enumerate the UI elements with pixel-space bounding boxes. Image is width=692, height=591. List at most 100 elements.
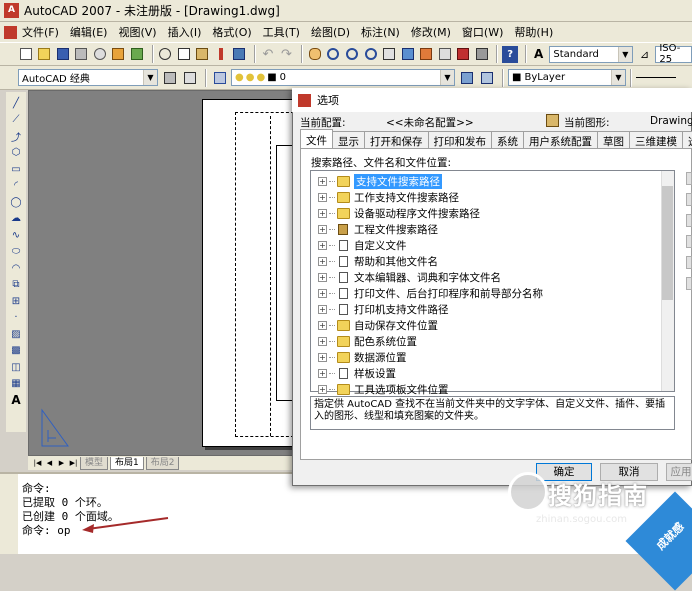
expand-icon[interactable]: + [318, 176, 327, 186]
expand-icon[interactable]: + [318, 256, 327, 266]
tool-palettes-icon[interactable] [418, 46, 434, 63]
tab-open-save[interactable]: 打开和保存 [364, 131, 429, 148]
match-properties-icon[interactable] [213, 46, 229, 63]
tab-user-preferences[interactable]: 用户系统配置 [523, 131, 598, 148]
publish-icon[interactable] [111, 46, 127, 63]
browse-button[interactable] [686, 172, 692, 185]
spline-icon[interactable]: ∿ [9, 228, 23, 242]
menu-tools[interactable]: 工具(T) [263, 24, 300, 40]
zoom-previous-icon[interactable] [363, 46, 379, 63]
block-editor-icon[interactable] [232, 46, 248, 63]
ellipse-icon[interactable]: ⬭ [9, 245, 23, 259]
layer-dropdown[interactable]: ● ● ● ■ 0 ▼ [231, 69, 455, 86]
undo-icon[interactable]: ↶ [260, 46, 276, 63]
move-up-button[interactable] [686, 235, 692, 248]
set-current-button[interactable] [686, 277, 692, 290]
revision-cloud-icon[interactable]: ☁ [9, 212, 23, 226]
apply-button[interactable]: 应用 [666, 463, 692, 481]
help-icon[interactable]: ? [502, 45, 518, 63]
expand-icon[interactable]: + [318, 192, 327, 202]
expand-icon[interactable]: + [318, 288, 327, 298]
expand-icon[interactable]: + [318, 304, 327, 314]
document-menu-icon[interactable] [4, 25, 17, 39]
expand-icon[interactable]: + [318, 336, 327, 346]
tab-system[interactable]: 系统 [491, 131, 524, 148]
menu-modify[interactable]: 修改(M) [411, 24, 451, 40]
tab-files[interactable]: 文件 [300, 129, 333, 148]
expand-icon[interactable]: + [318, 320, 327, 330]
menu-window[interactable]: 窗口(W) [462, 24, 503, 40]
tree-item[interactable]: + 配色系统位置 [318, 333, 417, 349]
tab-layout1[interactable]: 布局1 [110, 456, 144, 470]
tree-item[interactable]: + 支持文件搜索路径 [318, 173, 442, 189]
menu-draw[interactable]: 绘图(D) [311, 24, 350, 40]
layer-properties-icon[interactable] [211, 69, 228, 86]
prev-tab-icon[interactable]: ◀ [44, 458, 55, 469]
plot-icon[interactable] [74, 46, 90, 63]
calculator-icon[interactable] [474, 46, 490, 63]
dim-style-icon[interactable]: ⊿ [637, 46, 653, 63]
tree-item[interactable]: + 工作支持文件搜索路径 [318, 189, 459, 205]
linetype-control[interactable] [636, 77, 676, 78]
first-tab-icon[interactable]: |◀ [32, 458, 43, 469]
tree-item[interactable]: + 工具选项板文件位置 [318, 381, 449, 397]
tab-layout2[interactable]: 布局2 [145, 456, 180, 470]
polyline-icon[interactable]: ⤴ [9, 129, 23, 144]
zoom-window-icon[interactable] [344, 46, 360, 63]
multiline-text-icon[interactable]: A [9, 393, 23, 407]
make-block-icon[interactable]: ⊞ [9, 294, 23, 308]
menu-edit[interactable]: 编辑(E) [70, 24, 108, 40]
command-input-line[interactable]: 命令: op [22, 522, 71, 538]
new-icon[interactable] [18, 46, 34, 63]
circle-icon[interactable]: ◯ [9, 195, 23, 209]
tree-item[interactable]: + 帮助和其他文件名 [318, 253, 438, 269]
tree-item[interactable]: + 样板设置 [318, 365, 396, 381]
text-style-dropdown[interactable]: Standard ▼ [549, 45, 633, 63]
insert-block-icon[interactable]: ⧉ [9, 278, 23, 292]
last-tab-icon[interactable]: ▶| [68, 458, 79, 469]
menu-view[interactable]: 视图(V) [118, 24, 156, 40]
tree-item[interactable]: + 打印文件、后台打印程序和前导部分名称 [318, 285, 543, 301]
cut-icon[interactable] [158, 46, 174, 63]
menu-format[interactable]: 格式(O) [212, 24, 251, 40]
menu-file[interactable]: 文件(F) [22, 24, 59, 40]
tree-item[interactable]: + 数据源位置 [318, 349, 407, 365]
tree-item[interactable]: + 工程文件搜索路径 [318, 221, 438, 237]
copy-icon[interactable] [176, 46, 192, 63]
paste-icon[interactable] [195, 46, 211, 63]
tab-selection[interactable]: 选 [682, 131, 692, 148]
workspace-save-icon[interactable] [181, 69, 198, 86]
tree-item[interactable]: + 自定义文件 [318, 237, 407, 253]
remove-button[interactable] [686, 214, 692, 227]
polygon-icon[interactable]: ⬡ [9, 146, 23, 160]
tab-plot-publish[interactable]: 打印和发布 [427, 131, 492, 148]
text-style-icon[interactable]: A [531, 46, 547, 63]
workspace-settings-icon[interactable] [161, 69, 178, 86]
menu-dimension[interactable]: 标注(N) [361, 24, 400, 40]
arc-icon[interactable]: ◜ [9, 179, 23, 193]
expand-icon[interactable]: + [318, 352, 327, 362]
workspace-dropdown[interactable]: AutoCAD 经典 ▼ [18, 69, 158, 86]
save-icon[interactable] [55, 46, 71, 63]
move-down-button[interactable] [686, 256, 692, 269]
table-icon[interactable]: ▦ [9, 377, 23, 391]
open-icon[interactable] [37, 46, 53, 63]
add-button[interactable] [686, 193, 692, 206]
tree-item[interactable]: + 自动保存文件位置 [318, 317, 438, 333]
command-window-grip[interactable] [0, 474, 18, 554]
next-tab-icon[interactable]: ▶ [56, 458, 67, 469]
tab-model[interactable]: 模型 [80, 456, 109, 470]
sheet-set-icon[interactable] [437, 46, 453, 63]
expand-icon[interactable]: + [318, 272, 327, 282]
hatch-icon[interactable]: ▨ [9, 327, 23, 341]
construction-line-icon[interactable]: ⟋ [9, 113, 23, 127]
autocad-app-icon[interactable]: A [4, 3, 19, 18]
markup-icon[interactable] [455, 46, 471, 63]
tree-item[interactable]: + 文本编辑器、词典和字体文件名 [318, 269, 501, 285]
expand-icon[interactable]: + [318, 224, 327, 234]
expand-icon[interactable]: + [318, 368, 327, 378]
3d-dwf-icon[interactable] [129, 46, 145, 63]
layer-previous-icon[interactable] [478, 69, 495, 86]
tree-scrollbar-thumb[interactable] [662, 186, 673, 300]
tree-item[interactable]: + 设备驱动程序文件搜索路径 [318, 205, 480, 221]
